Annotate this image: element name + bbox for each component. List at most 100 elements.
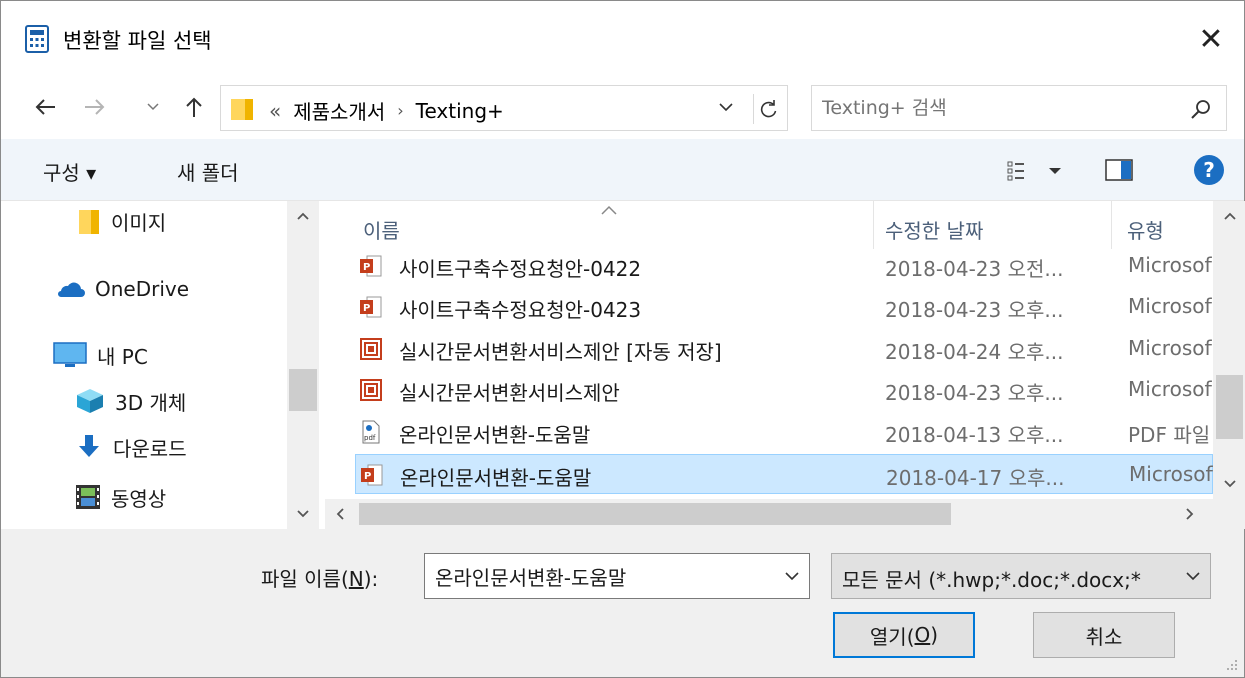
sort-ascending-icon (601, 201, 617, 220)
file-date: 2018-04-24 오후... (885, 340, 1064, 364)
column-header-date[interactable]: 수정한 날짜 (885, 209, 983, 249)
filename-combobox[interactable] (424, 553, 810, 599)
nav-item-label: 동영상 (111, 486, 167, 511)
navigation-bar: « 제품소개서 › Texting+ (1, 77, 1244, 139)
column-header-name[interactable]: 이름 (363, 209, 400, 249)
help-button[interactable]: ? (1194, 155, 1224, 185)
file-row[interactable]: 실시간문서변환서비스제안 2018-04-23 오후... Microsoft (355, 370, 1213, 410)
file-type: Microsoft (1128, 336, 1212, 360)
column-divider[interactable] (1111, 201, 1112, 249)
cloud-icon (58, 282, 85, 297)
powerpoint-icon: P (361, 464, 383, 486)
search-box[interactable] (811, 85, 1227, 131)
scroll-down-button[interactable] (1213, 469, 1245, 499)
back-button[interactable] (27, 89, 63, 125)
file-row-selected[interactable]: P 온라인문서변환-도움말 2018-04-17 오후... Microsoft (355, 454, 1213, 494)
scroll-right-button[interactable] (1175, 499, 1205, 529)
open-button[interactable]: 열기(O) (833, 612, 975, 658)
powerpoint-show-icon (360, 379, 382, 401)
up-arrow-icon (186, 97, 202, 117)
back-arrow-icon (35, 99, 55, 115)
up-button[interactable] (177, 89, 211, 125)
file-row[interactable]: P 사이트구축수정요청안-0423 2018-04-23 오후... Micro… (355, 287, 1213, 327)
scroll-left-button[interactable] (325, 499, 355, 529)
breadcrumb-overflow[interactable]: « (269, 99, 281, 123)
file-row[interactable]: 실시간문서변환서비스제안 [자동 저장] 2018-04-24 오후... Mi… (355, 329, 1213, 369)
svg-text:P: P (363, 262, 370, 273)
navigation-pane-scrollbar[interactable] (287, 201, 319, 529)
address-bar[interactable]: « 제품소개서 › Texting+ (220, 85, 788, 131)
svg-text:P: P (364, 471, 371, 482)
chevron-down-icon[interactable] (785, 565, 799, 586)
nav-item-downloads[interactable]: 다운로드 (75, 427, 187, 467)
nav-item-this-pc[interactable]: 내 PC (53, 335, 148, 375)
breadcrumb-item-texting[interactable]: Texting+ (416, 99, 504, 123)
file-type: Microsoft (1128, 253, 1212, 277)
folder-icon (79, 210, 99, 234)
file-date: 2018-04-13 오후... (885, 423, 1064, 447)
address-dropdown-icon[interactable] (719, 96, 733, 117)
new-folder-button[interactable]: 새 폴더 (177, 157, 239, 186)
file-type: Microsoft (1129, 462, 1213, 486)
file-list: 이름 수정한 날짜 유형 P 사이트구축수정요청안-0422 2018-04-2… (325, 201, 1245, 529)
scroll-down-button[interactable] (287, 499, 319, 529)
nav-item-3d-objects[interactable]: 3D 개체 (75, 381, 186, 421)
breadcrumb-separator: › (397, 101, 404, 120)
search-input[interactable] (822, 92, 1162, 124)
refresh-icon (760, 100, 776, 118)
folder-icon (231, 99, 253, 120)
nav-item-label: OneDrive (95, 277, 190, 301)
file-name: 사이트구축수정요청안-0423 (399, 298, 642, 322)
close-button[interactable]: ✕ (1178, 1, 1244, 77)
file-name: 실시간문서변환서비스제안 [자동 저장] (399, 340, 722, 364)
svg-text:P: P (363, 303, 370, 314)
file-date: 2018-04-17 오후... (886, 466, 1065, 490)
recent-locations-button[interactable] (141, 89, 165, 125)
file-type: Microsoft (1128, 294, 1212, 318)
chevron-down-icon (1186, 565, 1200, 586)
scroll-thumb[interactable] (289, 369, 317, 411)
nav-item-videos[interactable]: 동영상 (75, 477, 166, 517)
navigation-pane: 이미지 OneDrive 내 PC 3D 개체 다운로드 동영상 (1, 201, 323, 529)
nav-item-images[interactable]: 이미지 (77, 201, 166, 241)
file-list-horizontal-scrollbar[interactable] (325, 499, 1213, 529)
organize-button[interactable]: 구성 ▾ (43, 157, 96, 186)
file-row[interactable]: pdf 온라인문서변환-도움말 2018-04-13 오후... PDF 파일 (355, 412, 1213, 452)
search-icon[interactable] (1190, 98, 1212, 120)
nav-item-onedrive[interactable]: OneDrive (53, 269, 189, 309)
column-divider[interactable] (873, 201, 874, 249)
forward-button[interactable] (77, 89, 113, 125)
file-row[interactable]: P 사이트구축수정요청안-0422 2018-04-23 오전... Micro… (355, 246, 1213, 286)
scroll-thumb[interactable] (359, 503, 951, 525)
file-date: 2018-04-23 오전... (885, 257, 1064, 281)
file-date: 2018-04-23 오후... (885, 381, 1064, 405)
command-bar: 구성 ▾ 새 폴더 ? (1, 139, 1244, 201)
pdf-file-icon: pdf (362, 420, 380, 444)
cube-icon (77, 389, 103, 413)
powerpoint-icon: P (360, 296, 382, 318)
resize-grip-icon[interactable] (1224, 657, 1238, 671)
filetype-select[interactable]: 모든 문서 (*.hwp;*.doc;*.docx;* (831, 553, 1211, 599)
scroll-up-button[interactable] (1213, 201, 1245, 231)
breadcrumb: « 제품소개서 › Texting+ (269, 96, 504, 125)
scroll-thumb[interactable] (1216, 375, 1243, 439)
refresh-button[interactable] (753, 94, 783, 124)
file-name: 실시간문서변환서비스제안 (399, 381, 620, 405)
view-options-button[interactable] (1007, 161, 1067, 186)
file-type: Microsoft (1128, 377, 1212, 401)
filename-input[interactable] (435, 560, 765, 592)
scroll-up-button[interactable] (287, 201, 319, 231)
file-open-dialog: 변환할 파일 선택 ✕ « 제품소개서 › Texting+ Texting+ … (0, 0, 1245, 678)
preview-pane-button[interactable] (1105, 159, 1133, 186)
file-list-vertical-scrollbar[interactable] (1213, 201, 1245, 499)
close-icon: ✕ (1198, 21, 1224, 57)
download-arrow-icon (79, 435, 99, 457)
preview-pane-icon (1105, 159, 1133, 181)
breadcrumb-item-product[interactable]: 제품소개서 (293, 96, 385, 125)
file-name: 온라인문서변환-도움말 (399, 423, 591, 447)
nav-item-label: 이미지 (111, 210, 167, 235)
powerpoint-show-icon (360, 338, 382, 360)
filetype-value: 모든 문서 (*.hwp;*.doc;*.docx;* (842, 568, 1141, 592)
column-header-type[interactable]: 유형 (1127, 209, 1164, 249)
cancel-button[interactable]: 취소 (1033, 612, 1175, 658)
